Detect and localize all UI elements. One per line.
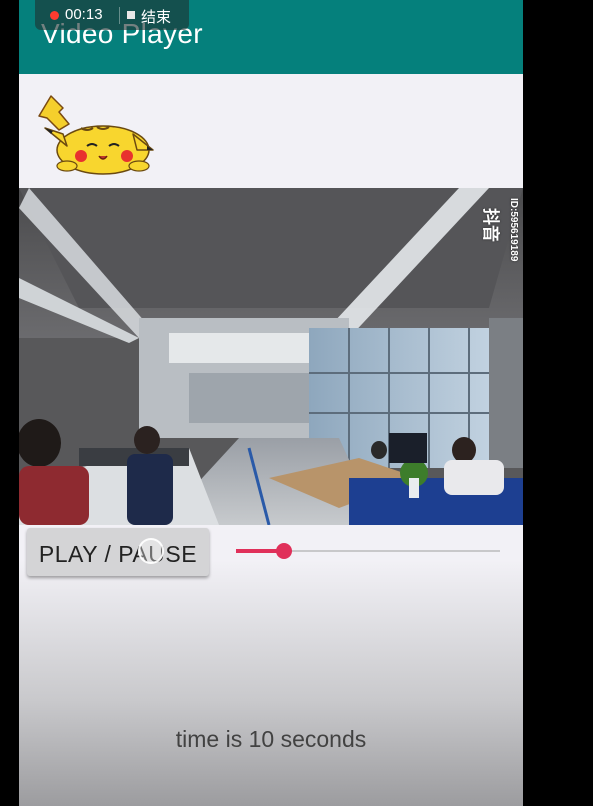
- watermark-id: ID:59561918​9: [508, 198, 519, 262]
- douyin-watermark: 抖音 ID:59561918​9: [479, 196, 523, 286]
- recording-time: 00:13: [65, 6, 103, 23]
- play-pause-button[interactable]: PLAY / PAUSE: [27, 528, 209, 576]
- play-pause-label: PLAY / PAUSE: [38, 541, 198, 567]
- phone-screen: Video Player 00:13 结束: [19, 0, 523, 806]
- recording-divider: [119, 7, 120, 24]
- recording-end-button[interactable]: 结束: [141, 6, 171, 27]
- video-view[interactable]: [19, 188, 523, 525]
- watermark-brand: 抖音: [481, 208, 500, 242]
- recording-dot-icon: [50, 11, 59, 20]
- app-bar: Video Player 00:13 结束: [19, 0, 523, 74]
- time-status-text: time is 10 seconds: [175, 726, 367, 752]
- stop-icon: [127, 11, 135, 19]
- video-frame: [19, 188, 523, 525]
- touch-indicator-icon: [138, 538, 164, 564]
- seek-thumb[interactable]: [276, 543, 292, 559]
- pikachu-sleeping-image: [38, 95, 154, 175]
- seek-bar[interactable]: [236, 541, 502, 561]
- screen-recording-indicator[interactable]: 00:13 结束: [35, 0, 189, 30]
